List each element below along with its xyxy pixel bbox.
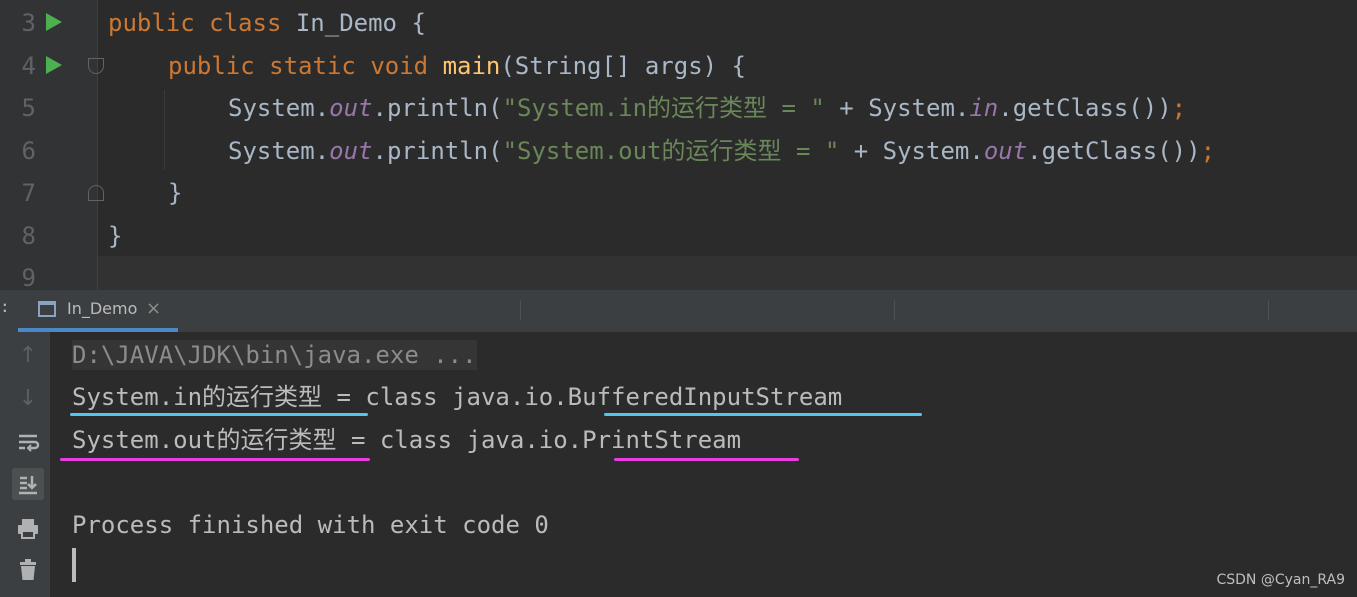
gutter-divider [97, 0, 98, 290]
static-field: out [329, 137, 373, 165]
line-number: 7 [21, 179, 36, 207]
tab-in-demo[interactable]: In_Demo × [18, 290, 178, 332]
header-separator [894, 300, 895, 320]
code-token: .getClass()) [998, 94, 1172, 122]
watermark: CSDN @Cyan_RA9 [1216, 572, 1345, 588]
keyword-class: class [209, 9, 282, 37]
close-icon[interactable]: × [146, 298, 161, 319]
annotation-underline-pink [614, 458, 799, 461]
static-field: out [983, 137, 1028, 165]
code-token: System. [228, 94, 330, 122]
line-number: 3 [21, 9, 36, 37]
code-line-4: public static void main(String[] args) { [168, 51, 746, 81]
run-main-icon[interactable] [46, 56, 62, 74]
keyword-static: static [269, 52, 356, 80]
line-number: 4 [21, 52, 36, 80]
console-output-line: System.out的运行类型 = class java.io.PrintStr… [72, 426, 742, 454]
header-separator [1268, 300, 1269, 320]
semicolon: ; [1171, 94, 1187, 122]
code-token: System. [228, 137, 330, 165]
console-command-line: D:\JAVA\JDK\bin\java.exe ... [72, 340, 477, 370]
header-separator [520, 300, 521, 320]
tab-label: In_Demo [67, 299, 138, 318]
annotation-underline-blue [604, 413, 922, 416]
run-class-icon[interactable] [46, 13, 62, 31]
static-field: in [969, 94, 999, 122]
keyword-public: public [108, 9, 195, 37]
caret-row-highlight [98, 256, 1357, 290]
indent-guide [164, 90, 165, 170]
code-line-3: public class In_Demo { [108, 8, 426, 38]
line-number: 9 [21, 264, 36, 290]
code-line-5: System.out.println("System.in的运行类型 = " +… [228, 93, 1186, 123]
text-cursor [72, 548, 76, 582]
method-name: main [442, 52, 501, 80]
code-token: .getClass()) [1027, 137, 1201, 165]
console-window-icon [38, 301, 56, 317]
method-params: (String[] args) { [500, 52, 746, 80]
code-token: + System. [839, 137, 984, 165]
string-literal: "System.in的运行类型 = " [502, 94, 825, 122]
code-token: .println( [372, 94, 503, 122]
code-line-6: System.out.println("System.out的运行类型 = " … [228, 136, 1215, 166]
down-arrow-icon[interactable]: ↓ [12, 383, 44, 415]
keyword-void: void [370, 52, 429, 80]
up-arrow-icon[interactable]: ↑ [12, 340, 44, 372]
header-menu-marker: : [0, 297, 10, 316]
line-number: 8 [21, 222, 36, 250]
code-line-8: } [108, 222, 123, 250]
line-number: 5 [21, 94, 36, 122]
run-tool-window-header [0, 290, 1357, 332]
console-output-area[interactable] [50, 332, 1357, 597]
code-token: .println( [372, 137, 503, 165]
fold-end-icon[interactable] [88, 185, 104, 201]
console-exit-message: Process finished with exit code 0 [72, 511, 549, 539]
code-line-7: } [168, 179, 183, 207]
trash-icon[interactable] [12, 554, 44, 586]
run-side-toolbar: ↑ ↓ [0, 332, 50, 597]
code-editor[interactable]: 3 4 5 6 7 8 9 public class In_Demo { pub… [0, 0, 1357, 290]
annotation-underline-pink [60, 458, 370, 461]
code-token: + System. [824, 94, 970, 122]
keyword-public: public [168, 52, 255, 80]
console-output-line: System.in的运行类型 = class java.io.BufferedI… [72, 383, 843, 411]
static-field: out [329, 94, 373, 122]
string-literal: "System.out的运行类型 = " [502, 137, 840, 165]
print-icon[interactable] [12, 512, 44, 544]
annotation-underline-blue [70, 413, 368, 416]
fold-method-icon[interactable] [88, 58, 104, 74]
class-declaration: In_Demo { [281, 9, 426, 37]
line-number: 6 [21, 137, 36, 165]
scroll-to-end-icon[interactable] [12, 468, 44, 500]
semicolon: ; [1200, 137, 1216, 165]
soft-wrap-icon[interactable] [12, 426, 44, 458]
